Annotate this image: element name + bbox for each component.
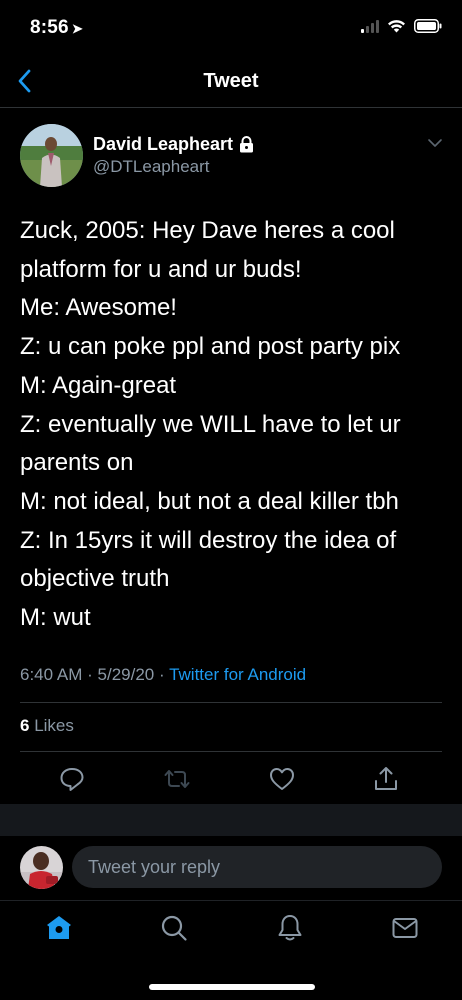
share-icon[interactable] (372, 765, 400, 793)
lock-icon (240, 136, 254, 153)
home-indicator[interactable] (149, 984, 315, 990)
divider (20, 751, 442, 752)
likes-number: 6 (20, 716, 30, 735)
wifi-icon (388, 20, 405, 33)
chevron-down-icon[interactable] (426, 136, 444, 150)
status-bar: 8:56 ➤ (0, 0, 462, 56)
page-title: Tweet (203, 70, 259, 92)
tweet-client-link[interactable]: Twitter for Android (169, 665, 306, 684)
meta-separator: · (87, 665, 93, 684)
reply-icon[interactable] (58, 765, 86, 793)
location-icon: ➤ (71, 21, 83, 36)
tweet-meta: 6:40 AM · 5/29/20 · Twitter for Android (20, 665, 306, 685)
reply-input[interactable] (72, 846, 442, 888)
section-separator (0, 804, 462, 836)
status-indicators (361, 19, 442, 33)
home-icon[interactable] (44, 913, 74, 943)
tweet-time: 6:40 AM (20, 665, 83, 684)
likes-count[interactable]: 6 Likes (20, 716, 74, 736)
tweet-actions (0, 763, 462, 803)
like-icon[interactable] (268, 765, 296, 793)
search-icon[interactable] (159, 913, 189, 943)
battery-icon (414, 19, 442, 33)
cellular-signal-icon (361, 19, 379, 33)
author-name-text: David Leapheart (93, 134, 234, 154)
notifications-icon[interactable] (275, 913, 305, 943)
retweet-icon[interactable] (163, 765, 191, 793)
user-avatar[interactable] (20, 846, 63, 889)
tweet-date: 5/29/20 (97, 665, 155, 684)
author-handle[interactable]: @DTLeapheart (93, 157, 210, 177)
messages-icon[interactable] (390, 913, 420, 943)
reply-composer (0, 836, 462, 898)
meta-separator: · (158, 665, 165, 684)
author-name[interactable]: David Leapheart (93, 134, 254, 155)
divider (20, 702, 442, 703)
tweet-text: Zuck, 2005: Hey Dave heres a cool platfo… (20, 217, 401, 632)
nav-bar: Tweet (0, 56, 462, 108)
author-avatar[interactable] (20, 124, 83, 187)
status-time: 8:56 ➤ (30, 17, 83, 39)
likes-label: Likes (34, 716, 74, 735)
clock-text: 8:56 (30, 17, 69, 38)
